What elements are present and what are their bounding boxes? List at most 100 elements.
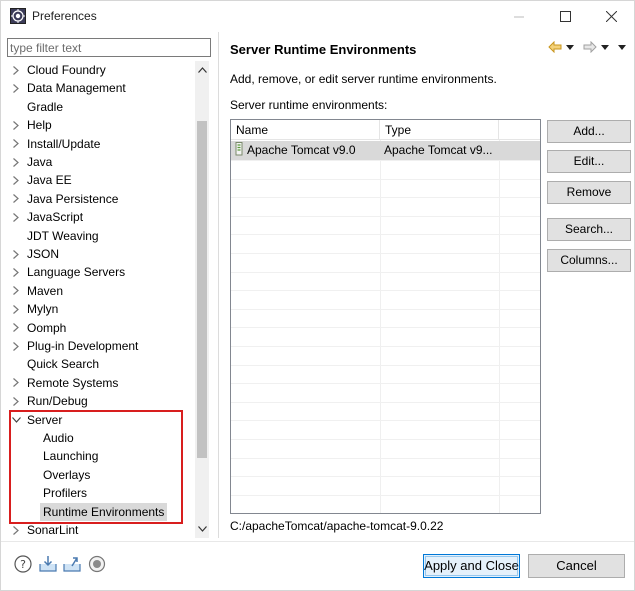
tree-scrollbar[interactable] — [195, 61, 209, 538]
chevron-right-icon[interactable] — [10, 153, 22, 171]
preference-tree[interactable]: Cloud Foundry Data Management Gradle Help In… — [7, 61, 195, 538]
scrollbar-thumb[interactable] — [197, 121, 207, 458]
column-header-filler — [499, 120, 540, 140]
pane-divider[interactable] — [218, 32, 219, 538]
remove-button[interactable]: Remove — [547, 181, 631, 204]
chevron-right-icon[interactable] — [10, 337, 22, 355]
tree-item[interactable]: Install/Update — [7, 135, 195, 153]
tree-item[interactable]: SonarLint — [7, 521, 195, 538]
column-header-type[interactable]: Type — [380, 120, 499, 140]
grid-line — [231, 160, 540, 161]
chevron-right-icon[interactable] — [10, 263, 22, 281]
columns-button[interactable]: Columns... — [547, 249, 631, 272]
tree-item-label: Install/Update — [27, 136, 101, 151]
tree-item[interactable]: Plug-in Development — [7, 337, 195, 355]
tree-item[interactable]: JavaScript — [7, 208, 195, 226]
runtime-type-cell[interactable]: Apache Tomcat v9... — [380, 141, 499, 160]
grid-line — [231, 290, 540, 292]
tree-item-label: Maven — [27, 283, 64, 298]
back-dropdown-icon[interactable] — [565, 42, 575, 52]
chevron-right-icon[interactable] — [10, 319, 22, 337]
tree-item-label: JDT Weaving — [27, 228, 99, 243]
forward-nav[interactable] — [583, 39, 627, 55]
close-icon[interactable] — [588, 1, 634, 32]
tree-item-label: Overlays — [43, 467, 91, 482]
grid-line — [231, 401, 540, 403]
runtime-list-label: Server runtime environments: — [230, 98, 388, 112]
tree-item-label: Help — [27, 118, 52, 133]
minimize-icon[interactable] — [496, 1, 542, 32]
tree-item[interactable]: Java EE — [7, 171, 195, 189]
chevron-right-icon[interactable] — [10, 374, 22, 392]
back-arrow-icon[interactable] — [548, 41, 562, 53]
tree-item[interactable]: Language Servers — [7, 263, 195, 281]
chevron-right-icon[interactable] — [10, 116, 22, 134]
forward-dropdown-icon[interactable] — [600, 42, 610, 52]
apply-and-close-button[interactable]: Apply and Close — [423, 554, 520, 578]
grid-line — [231, 457, 540, 459]
export-icon[interactable] — [63, 555, 81, 573]
runtime-table[interactable]: Name Type Apache Tomcat v9.0 Apache Tomc… — [230, 119, 541, 514]
tree-item-label: SonarLint — [27, 523, 79, 537]
tree-item[interactable]: Runtime Environments — [7, 502, 195, 521]
add-button[interactable]: Add... — [547, 120, 631, 143]
grid-line — [231, 197, 540, 199]
forward-arrow-icon[interactable] — [583, 41, 597, 53]
back-nav[interactable] — [548, 39, 575, 55]
chevron-right-icon[interactable] — [10, 208, 22, 226]
chevron-right-icon[interactable] — [10, 171, 22, 189]
tree-item-label: Java Persistence — [27, 191, 119, 206]
tree-item[interactable]: Overlays — [7, 466, 195, 484]
tree-item[interactable]: Gradle — [7, 98, 195, 116]
chevron-right-icon[interactable] — [10, 190, 22, 208]
chevron-right-icon[interactable] — [10, 300, 22, 318]
table-row[interactable]: Apache Tomcat v9.0 Apache Tomcat v9... — [231, 141, 540, 160]
chevron-right-icon[interactable] — [10, 392, 22, 410]
chevron-right-icon[interactable] — [10, 521, 22, 538]
grid-line — [231, 234, 540, 236]
help-icon[interactable]: ? — [14, 555, 32, 573]
tree-item[interactable]: JDT Weaving — [7, 227, 195, 245]
tree-item[interactable]: Java — [7, 153, 195, 171]
tree-item[interactable]: Run/Debug — [7, 392, 195, 410]
chevron-right-icon[interactable] — [10, 61, 22, 79]
tree-item-label: Java — [27, 155, 53, 169]
tree-item-label: Runtime Environments — [40, 502, 168, 521]
tree-item[interactable]: Oomph — [7, 319, 195, 337]
tree-item-label: Profilers — [43, 486, 88, 501]
tree-item[interactable]: Help — [7, 116, 195, 134]
tree-item[interactable]: JSON — [7, 245, 195, 263]
tree-item[interactable]: Mylyn — [7, 300, 195, 318]
filter-input[interactable] — [7, 38, 211, 57]
chevron-right-icon[interactable] — [10, 245, 22, 263]
scroll-down-icon[interactable] — [195, 522, 209, 536]
tree-item[interactable]: Cloud Foundry — [7, 61, 195, 79]
scroll-up-icon[interactable] — [195, 63, 209, 77]
column-header-name[interactable]: Name — [231, 120, 380, 140]
chevron-right-icon[interactable] — [10, 282, 22, 300]
tree-item[interactable]: Launching — [7, 447, 195, 465]
edit-button[interactable]: Edit... — [547, 150, 631, 173]
chevron-right-icon[interactable] — [10, 79, 22, 97]
maximize-icon[interactable] — [542, 1, 588, 32]
runtime-name-cell[interactable]: Apache Tomcat v9.0 — [231, 141, 380, 160]
page-description: Add, remove, or edit server runtime envi… — [230, 72, 497, 86]
tree-item[interactable]: Data Management — [7, 79, 195, 97]
view-menu-icon[interactable] — [617, 42, 627, 52]
tree-item[interactable]: Audio — [7, 429, 195, 447]
tree-item-label: Remote Systems — [27, 375, 119, 390]
tree-item[interactable]: Remote Systems — [7, 374, 195, 392]
tree-item[interactable]: Server — [7, 411, 195, 429]
grid-line — [231, 271, 540, 273]
chevron-right-icon[interactable] — [10, 135, 22, 153]
import-icon[interactable] — [39, 555, 57, 573]
tree-item[interactable]: Profilers — [7, 484, 195, 502]
oomph-record-icon[interactable] — [88, 555, 106, 573]
tree-item[interactable]: Java Persistence — [7, 190, 195, 208]
title-bar[interactable]: Preferences — [1, 1, 634, 32]
tree-item[interactable]: Maven — [7, 282, 195, 300]
search-button[interactable]: Search... — [547, 218, 631, 241]
tree-item[interactable]: Quick Search — [7, 355, 195, 373]
chevron-down-icon[interactable] — [10, 411, 22, 429]
cancel-button[interactable]: Cancel — [528, 554, 625, 578]
